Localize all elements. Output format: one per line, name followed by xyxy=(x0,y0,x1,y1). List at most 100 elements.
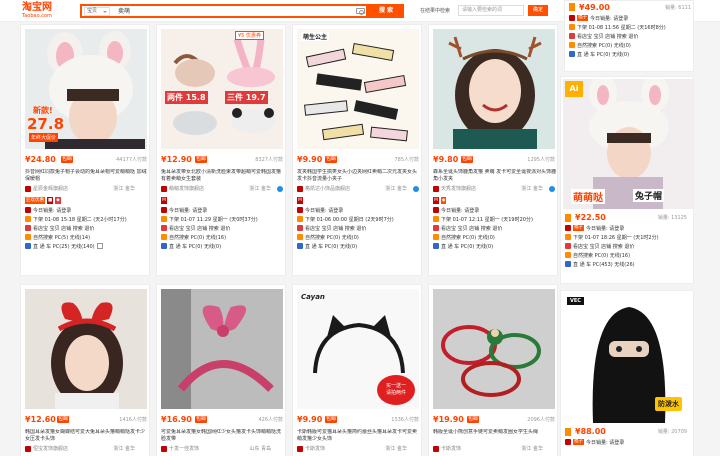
product-image[interactable]: VEC 防泼水 xyxy=(563,293,693,423)
product-card[interactable]: 萌生公主 ¥9.90 包邮 785人付款 发夹韩国学生搞笑女头小边夹网红卖萌二次… xyxy=(292,24,422,276)
in-result-search-input[interactable]: 请输入要检索的词 xyxy=(458,5,524,16)
delist-time: 下架 01-08 11:56 星期二 (天16时8分) xyxy=(577,25,666,31)
shop-name[interactable]: 恒宝发饰旗舰店 xyxy=(33,446,68,452)
natural-search: 自然搜索 PC(5) 无线(14) xyxy=(33,235,91,241)
price: ¥12.60 xyxy=(25,415,56,424)
product-title[interactable]: 卡斯韩版可爱猫耳朵头箍简约蕾丝头箍耳朵发卡可爱卖萌发箍少女头饰 xyxy=(297,429,421,443)
helper-links[interactable]: 看店宝 宝贝 店铺 搜索 退价 xyxy=(577,34,638,40)
helper-links[interactable]: 看店宝 宝贝 店铺 搜索 退价 xyxy=(169,226,230,232)
wangwang-icon[interactable] xyxy=(549,186,555,192)
product-title[interactable]: 发夹韩国学生搞笑女头小边夹网红卖萌二次元发夹女头发卡抖音流量小夹子 xyxy=(297,169,421,183)
info-today: 今日销量: 请登录 xyxy=(161,207,283,215)
ztc-stats: 直 通 车 PC(0) 无线(0) xyxy=(305,244,358,250)
similar-icon[interactable] xyxy=(96,243,103,249)
shop-name[interactable]: 卡斯发饰 xyxy=(305,446,325,452)
product-image[interactable] xyxy=(25,289,147,409)
brand-caption: Cayan xyxy=(301,293,325,301)
tmall-shop-icon xyxy=(433,185,439,192)
price: ¥19.90 xyxy=(433,415,464,424)
promo-overlay: 新款! 27.8 年终大促价 xyxy=(27,105,69,145)
product-card[interactable]: ¥5 优惠券 两件 15.8 三件 19.7 ¥12.90 包邮 8327人付款… xyxy=(156,24,286,276)
tmall-icon: 包邮 xyxy=(461,156,474,163)
product-image[interactable] xyxy=(433,29,555,149)
today-sales[interactable]: 今日销量: 请登录 xyxy=(441,208,479,214)
helper-links[interactable]: 看店宝 宝贝 店铺 搜索 退价 xyxy=(305,226,366,232)
info-natural: 自然搜索 PC(0) 无线(16) xyxy=(161,234,283,242)
shop-name[interactable]: 卡斯发饰 xyxy=(441,446,461,452)
today-sales[interactable]: 今日销量: 请登录 xyxy=(33,208,71,214)
tmall-icon: 包邮 xyxy=(195,156,208,163)
tmall-tag-icon: M xyxy=(161,197,167,204)
product-image[interactable] xyxy=(161,289,283,409)
product-image[interactable]: Cayan 买一送一 请拍两件 xyxy=(297,289,419,409)
price: ¥9.90 xyxy=(297,155,323,164)
product-image[interactable] xyxy=(433,289,555,409)
promo-price: 27.8 xyxy=(27,115,65,133)
product-card[interactable]: Cayan 买一送一 请拍两件 ¥9.90 包邮 1536人付款 卡斯韩版可爱猫… xyxy=(292,284,422,456)
crown-icon xyxy=(565,214,571,222)
red-bow-headband-photo xyxy=(25,289,147,409)
product-title[interactable]: 韩国耳朵发箍女蝴蝶结可爱大兔耳朵头箍萌萌哒发卡少女压发卡头饰 xyxy=(25,429,149,443)
info-links: 看店宝 宝贝 店铺 搜索 退价 xyxy=(25,225,147,233)
camera-icon[interactable] xyxy=(356,8,365,15)
today-sales[interactable]: 今日销量: 请登录 xyxy=(586,226,624,232)
product-card[interactable]: ¥16.90 包邮 426人付款 可爱兔耳朵发箍女韩国网红少女头箍发卡头饰萌萌哒… xyxy=(156,284,286,456)
product-title[interactable]: 兔耳朵发带女北欧小清新洗脸束发带超萌可爱韩国发箍有着卖萌女生套装 xyxy=(161,169,285,183)
product-card[interactable]: 新款! 27.8 年终大促价 ¥24.80 包邮 44177人付款 抖音网红同款… xyxy=(20,24,150,276)
price-row: ¥88.00 销量: 20709 xyxy=(565,427,687,437)
promo-two: 两件 15.8 xyxy=(165,91,208,104)
buyers-count: 1416人付款 xyxy=(119,417,147,423)
shop-name[interactable]: 星辰金辉旗舰店 xyxy=(33,186,68,192)
shop-helper-icon xyxy=(569,33,575,39)
search-scope-select[interactable]: 宝贝 xyxy=(84,7,110,16)
today-sales[interactable]: 今日销量: 请登录 xyxy=(169,208,207,214)
shop-name[interactable]: 萌萌发饰旗舰店 xyxy=(169,186,204,192)
today-sales[interactable]: 今日销量: 请登录 xyxy=(305,208,343,214)
helper-links[interactable]: 看店宝 宝贝 店铺 搜索 退价 xyxy=(33,226,94,232)
shop-name[interactable]: 格凯达小饰品旗舰店 xyxy=(305,186,350,192)
search-button[interactable]: 搜 索 xyxy=(368,4,404,18)
product-card[interactable]: ¥19.90 包邮 2096人付款 韩版圣诞小熊创意手链可爱卖萌发圈女学生头绳 … xyxy=(428,284,558,456)
ad-card[interactable]: Ai 萌萌哒 兔子帽 ¥22.50 销量: 13125 福子 今日销量: 请登录 … xyxy=(560,76,694,284)
helper-links[interactable]: 看店宝 宝贝 店铺 搜索 退价 xyxy=(441,226,502,232)
shop-name[interactable]: 天秀发饰旗舰店 xyxy=(441,186,476,192)
product-image[interactable]: Ai 萌萌哒 兔子帽 xyxy=(563,79,693,209)
wangwang-icon[interactable] xyxy=(413,186,419,192)
product-card[interactable]: ¥12.60 包邮 1416人付款 韩国耳朵发箍女蝴蝶结可爱大兔耳朵头箍萌萌哒发… xyxy=(20,284,150,456)
tmall-icon: 包邮 xyxy=(195,416,208,423)
tmall-shop-icon xyxy=(25,445,31,452)
sales-icon xyxy=(569,15,575,21)
shop-row: 星辰金辉旗舰店 浙江 金华 xyxy=(25,185,147,193)
promo-circle-line2: 请拍两件 xyxy=(385,390,406,396)
product-title[interactable]: 森系圣诞头饰鹿角发箍 卖萌 发卡可爱圣诞夜派对头饰鹿角小发夹 xyxy=(433,169,557,183)
tmall-shop-icon xyxy=(25,185,31,192)
tmall-icon: 包邮 xyxy=(57,416,70,423)
ad-card[interactable]: ¥49.00 销量: 6111 福子 今日销量: 请登录 下架 01-08 11:… xyxy=(564,0,694,72)
product-image[interactable]: 新款! 27.8 年终大促价 xyxy=(25,29,147,149)
price-row: ¥19.90 包邮 2096人付款 xyxy=(433,415,555,425)
shop-helper-icon xyxy=(433,225,439,231)
promo-caption: 年终大促价 xyxy=(29,133,59,142)
tmall-tag-icon: M xyxy=(297,197,303,204)
sales-count: 销量: 6111 xyxy=(665,5,691,11)
today-sales[interactable]: 今日销量: 请登录 xyxy=(590,16,628,22)
price: ¥22.50 xyxy=(575,213,606,222)
confirm-button[interactable]: 确定 xyxy=(528,5,548,16)
taobao-logo[interactable]: 淘宝网 Taobao.com xyxy=(22,2,68,20)
product-title[interactable]: 韩版圣诞小熊创意手链可爱卖萌发圈女学生头绳 xyxy=(433,429,557,443)
product-card[interactable]: ¥9.80 包邮 1295人付款 森系圣诞头饰鹿角发箍 卖萌 发卡可爱圣诞夜派对… xyxy=(428,24,558,276)
wangwang-icon[interactable] xyxy=(277,186,283,192)
product-image[interactable]: ¥5 优惠券 两件 15.8 三件 19.7 xyxy=(161,29,283,149)
info-ztc: 直 通 车 PC(453) 无线(26) xyxy=(565,261,687,269)
product-title[interactable]: 抖音网红同款兔子帽子会动的兔耳朵帽可爱萌萌哒 加绒保暖帽 xyxy=(25,169,149,183)
shop-name[interactable]: 十发一佳发饰 xyxy=(169,446,199,452)
today-sales[interactable]: 今日销量: 请登录 xyxy=(586,440,624,446)
info-today: 福子 今日销量: 请登录 xyxy=(565,439,687,447)
helper-links[interactable]: 看店宝 宝贝 店铺 搜索 退价 xyxy=(573,244,634,250)
buyers-count: 426人付款 xyxy=(258,417,283,423)
fu-badge: 福子 xyxy=(573,439,584,445)
product-image[interactable]: 萌生公主 xyxy=(297,29,419,149)
search-input[interactable]: 卖萌 xyxy=(118,7,130,16)
product-title[interactable]: 可爱兔耳朵发箍女韩国网红少女头箍发卡头饰萌萌哒洗脸发带 xyxy=(161,429,285,443)
ad-card[interactable]: VEC 防泼水 ¥88.00 销量: 20709 福子 今日销量: 请登录 xyxy=(560,290,694,456)
